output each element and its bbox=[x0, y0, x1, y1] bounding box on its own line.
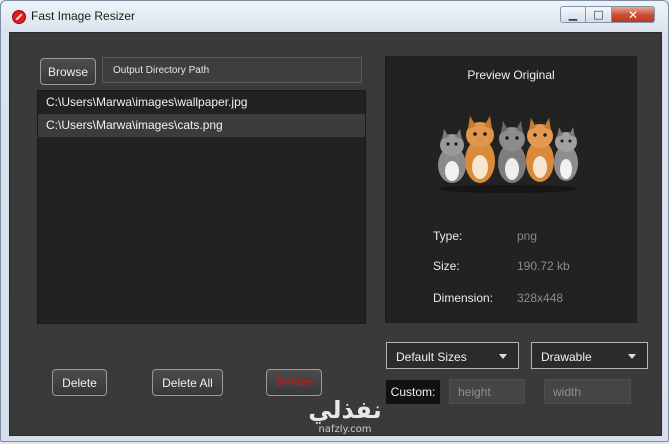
caret-down-icon bbox=[499, 354, 507, 359]
folder-dropdown-value: Drawable bbox=[541, 350, 592, 364]
watermark-url: nafzly.com bbox=[318, 424, 372, 435]
preview-image bbox=[438, 116, 578, 193]
delete-all-button[interactable]: Delete All bbox=[152, 369, 223, 396]
sizes-dropdown-value: Default Sizes bbox=[396, 350, 467, 364]
kitten-5 bbox=[554, 127, 578, 181]
watermark: نفذلي nafzly.com bbox=[290, 396, 400, 444]
kitten-2 bbox=[465, 116, 495, 183]
type-value: png bbox=[517, 229, 538, 243]
title-bar[interactable]: Fast Image Resizer ▁ □ ✕ bbox=[1, 1, 668, 31]
file-list[interactable]: C:\Users\Marwa\images\wallpaper.jpg C:\U… bbox=[37, 90, 366, 324]
minimize-button[interactable]: ▁ bbox=[560, 6, 586, 23]
watermark-logo: نفذلي bbox=[308, 396, 382, 424]
window-title: Fast Image Resizer bbox=[31, 9, 136, 23]
kitten-3 bbox=[498, 121, 526, 183]
sizes-dropdown[interactable]: Default Sizes bbox=[386, 342, 519, 369]
app-window: Fast Image Resizer ▁ □ ✕ Browse Output D… bbox=[0, 0, 669, 442]
caret-down-icon bbox=[628, 354, 636, 359]
preview-title: Preview Original bbox=[467, 68, 555, 82]
dimension-value: 328x448 bbox=[517, 291, 564, 305]
size-label: Size: bbox=[433, 259, 460, 273]
resize-button[interactable]: Resize bbox=[266, 369, 322, 396]
size-value: 190.72 kb bbox=[517, 259, 570, 273]
browse-button[interactable]: Browse bbox=[40, 58, 96, 85]
width-input[interactable] bbox=[544, 379, 631, 404]
kitten-1 bbox=[438, 129, 466, 183]
folder-dropdown[interactable]: Drawable bbox=[531, 342, 648, 369]
file-item-wallpaper[interactable]: C:\Users\Marwa\images\wallpaper.jpg bbox=[38, 91, 365, 114]
close-button[interactable]: ✕ bbox=[612, 6, 655, 23]
file-item-cats[interactable]: C:\Users\Marwa\images\cats.png bbox=[38, 114, 365, 137]
main-panel: Browse Output Directory Path C:\Users\Ma… bbox=[9, 32, 662, 436]
output-directory-field[interactable]: Output Directory Path bbox=[102, 57, 362, 83]
preview-panel: Preview Original Type: png Size: 190.72 … bbox=[385, 56, 637, 323]
maximize-button[interactable]: □ bbox=[586, 6, 612, 23]
app-icon bbox=[12, 10, 26, 24]
height-input[interactable] bbox=[449, 379, 525, 404]
type-label: Type: bbox=[433, 229, 463, 243]
dimension-label: Dimension: bbox=[433, 291, 494, 305]
kitten-4 bbox=[526, 118, 554, 182]
delete-button[interactable]: Delete bbox=[52, 369, 107, 396]
